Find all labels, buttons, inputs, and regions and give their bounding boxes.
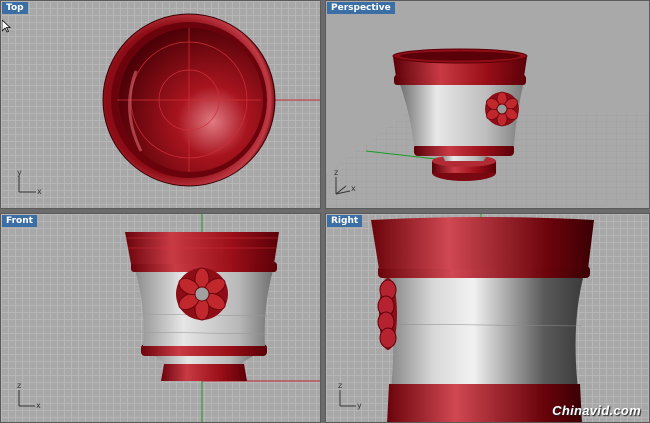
axis-label-z: z: [17, 381, 22, 390]
viewport-title-right[interactable]: Right: [327, 215, 363, 227]
axis-gizmo-icon: [18, 176, 36, 193]
axis-label-z: z: [338, 381, 343, 390]
axis-label-y: y: [357, 401, 362, 410]
viewport-right[interactable]: Right y z Chinavid.com: [325, 213, 650, 423]
axis-label-x: x: [351, 184, 356, 193]
viewport-title-top[interactable]: Top: [2, 2, 28, 14]
axis-label-z: z: [334, 168, 339, 177]
viewport-top[interactable]: Top x y: [0, 0, 321, 209]
axis-gizmo-icon: [18, 390, 35, 407]
viewport-front[interactable]: Front x z: [0, 213, 321, 423]
axis-label-x: x: [36, 401, 41, 410]
axis-label-x: x: [37, 187, 42, 196]
viewport-title-perspective[interactable]: Perspective: [327, 2, 395, 14]
mouse-cursor-icon: [2, 20, 11, 33]
axis-gizmo-icon: [339, 390, 356, 407]
viewport-title-front[interactable]: Front: [2, 215, 37, 227]
watermark: Chinavid.com: [552, 403, 641, 418]
viewport-perspective[interactable]: Perspective x z: [325, 0, 650, 209]
axis-gizmo-icon: [335, 177, 351, 195]
axis-label-y: y: [17, 168, 22, 177]
